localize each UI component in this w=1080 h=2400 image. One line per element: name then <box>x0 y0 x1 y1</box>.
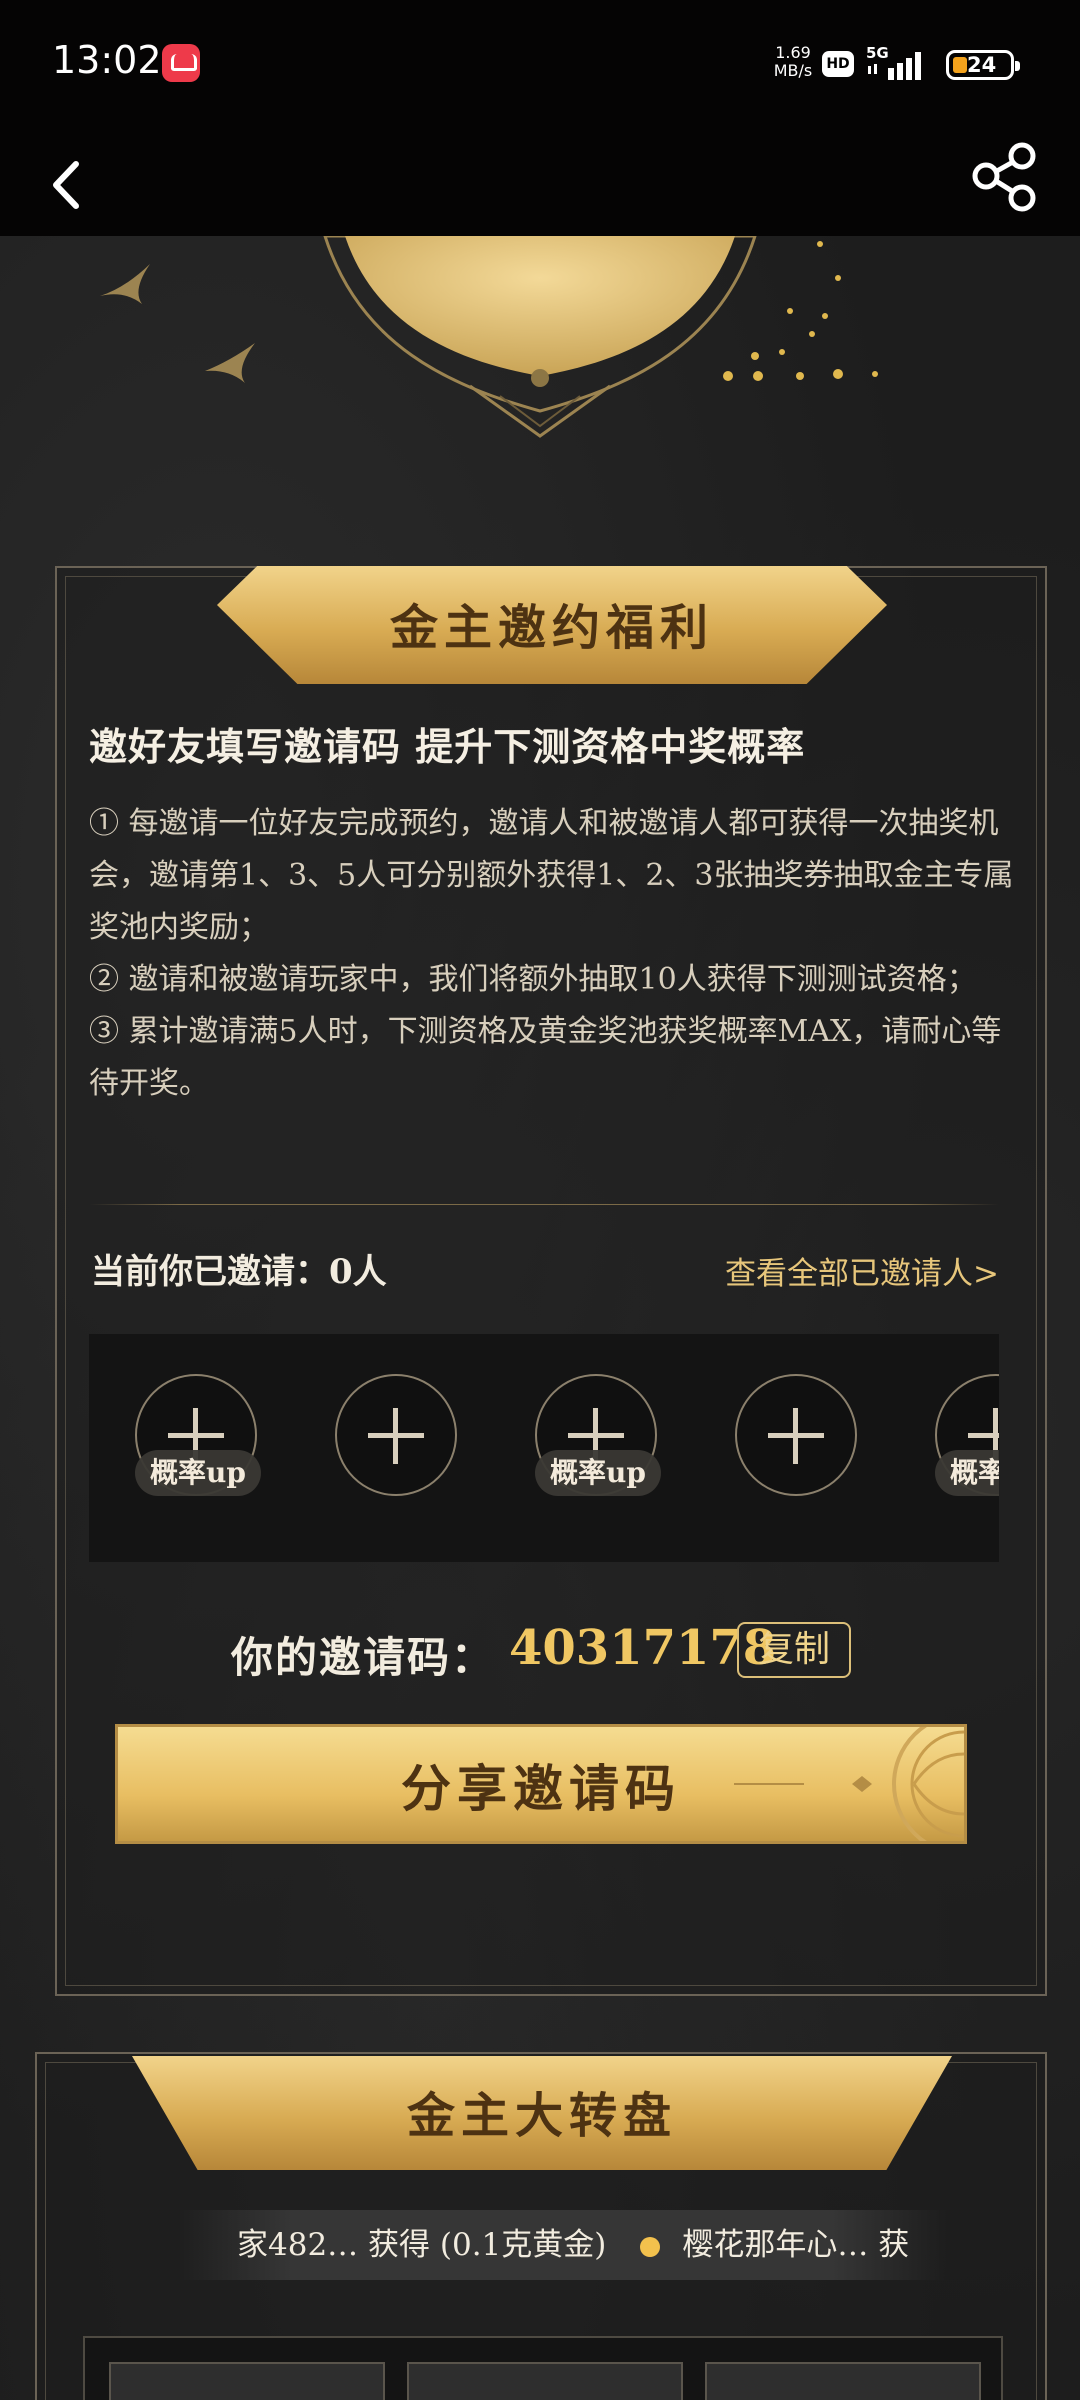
back-arrow-icon <box>53 161 79 209</box>
invite-slots: 概率up 概率up 概率up <box>89 1334 999 1562</box>
invite-slot-5[interactable]: 概率up <box>935 1374 999 1496</box>
invite-slot-1[interactable]: 概率up <box>135 1374 261 1496</box>
ticker-dot-icon <box>640 2236 661 2257</box>
ticker-item: 家482… 获得 (0.1克黄金) <box>237 2227 607 2263</box>
battery-level: 24 <box>967 53 997 77</box>
share-invite-code-button[interactable]: 分享邀请码 <box>115 1724 967 1844</box>
probability-up-badge: 概率up <box>135 1450 261 1496</box>
hero-moon-decoration <box>100 236 878 438</box>
wheel-panel-title: 金主大转盘 <box>406 2088 677 2144</box>
invite-code-label: 你的邀请码： <box>231 1633 496 1682</box>
status-time: 13:02 <box>52 38 162 82</box>
invite-benefit-panel: 金主邀约福利 邀好友填写邀请码 提升下测资格中奖概率 ① 每邀请一位好友完成预约… <box>55 566 1047 1996</box>
rule-item-2: ② 邀请和被邀请玩家中，我们将额外抽取10人获得下测测试资格； <box>89 962 977 997</box>
top-nav-bar <box>0 130 1080 236</box>
probability-up-badge: 概率up <box>535 1450 661 1496</box>
winner-ticker: 家482… 获得 (0.1克黄金) 樱花那年心… 获 <box>177 2210 947 2280</box>
signal-icon: 5G <box>866 44 921 80</box>
network-type: 5G <box>866 44 889 62</box>
rule-item-1: ① 每邀请一位好友完成预约，邀请人和被邀请人都可获得一次抽奖机会，邀请第1、3、… <box>89 806 1014 945</box>
network-speed-value: 1.69 <box>775 43 811 62</box>
probability-up-badge: 概率up <box>935 1450 999 1496</box>
prize-slot <box>109 2362 385 2400</box>
copy-code-button[interactable]: 复制 <box>737 1622 851 1678</box>
invite-headline: 邀好友填写邀请码 提升下测资格中奖概率 <box>89 724 806 769</box>
invite-slot-3[interactable]: 概率up <box>535 1374 661 1496</box>
battery-icon: 24 <box>946 50 1020 80</box>
network-speed-unit: MB/s <box>773 61 813 80</box>
ticker-item: 樱花那年心… 获 <box>682 2227 910 2263</box>
view-all-invitees-link[interactable]: 查看全部已邀请人> <box>687 1248 999 1293</box>
share-icon <box>972 142 1036 212</box>
invite-slot-2[interactable] <box>335 1374 457 1496</box>
invite-slot-4[interactable] <box>735 1374 857 1496</box>
invite-code-row: 你的邀请码： 40317178 复制 <box>57 1614 1049 1684</box>
share-button-label: 分享邀请码 <box>401 1759 681 1818</box>
wheel-panel: 金主大转盘 家482… 获得 (0.1克黄金) 樱花那年心… 获 <box>35 2052 1047 2400</box>
status-bar: 13:02 1.69 MB/s HD 5G 24 <box>0 0 1080 130</box>
share-button[interactable] <box>966 136 1046 226</box>
invite-panel-title: 金主邀约福利 <box>389 600 714 656</box>
prize-slot <box>705 2362 981 2400</box>
notification-app-icon <box>162 44 200 82</box>
back-button[interactable] <box>38 136 108 226</box>
hd-badge: HD <box>822 51 854 77</box>
prize-slot <box>407 2362 683 2400</box>
network-speed: 1.69 MB/s <box>768 44 818 80</box>
prize-grid <box>83 2336 1003 2400</box>
invite-rules: ① 每邀请一位好友完成预约，邀请人和被邀请人都可获得一次抽奖机会，邀请第1、3、… <box>89 798 1019 1110</box>
section-divider <box>89 1204 999 1205</box>
invited-count-label: 当前你已邀请：0人 <box>91 1252 387 1292</box>
rule-item-3: ③ 累计邀请满5人时，下测资格及黄金奖池获奖概率MAX，请耐心等待开奖。 <box>89 1014 1002 1101</box>
